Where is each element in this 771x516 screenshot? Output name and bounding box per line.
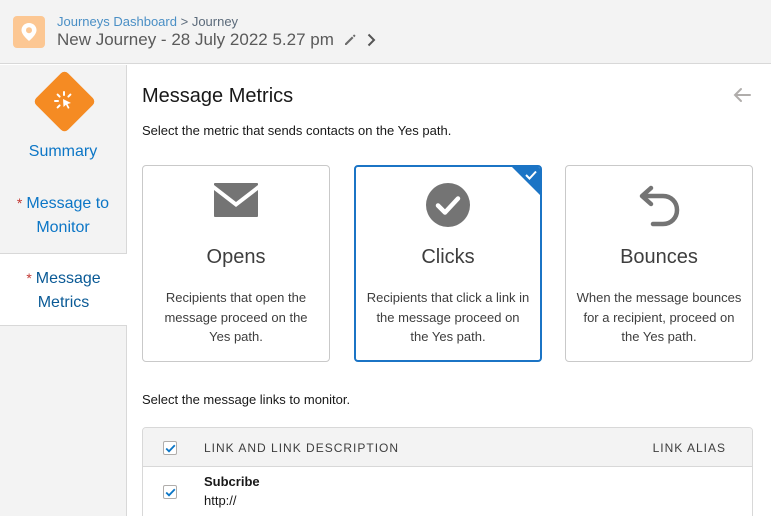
journey-header: Journeys Dashboard > Journey New Journey… xyxy=(0,0,771,64)
metric-card-opens[interactable]: Opens Recipients that open the message p… xyxy=(142,165,330,362)
sidebar-item-label-line2: Metrics xyxy=(37,294,90,311)
breadcrumb: Journeys Dashboard > Journey xyxy=(57,14,238,29)
row-checkbox[interactable] xyxy=(163,485,177,499)
journey-title: New Journey - 28 July 2022 5.27 pm xyxy=(57,30,334,49)
location-pin-icon xyxy=(13,16,45,48)
card-title: Opens xyxy=(206,246,266,268)
sidebar-item-label-line2: Monitor xyxy=(36,219,90,236)
pencil-icon[interactable] xyxy=(343,33,357,47)
card-description: When the message bounces for a recipient… xyxy=(576,290,742,344)
link-url: http:// xyxy=(204,493,237,508)
sidebar-item-label: Message xyxy=(35,270,101,287)
breadcrumb-journeys-dashboard[interactable]: Journeys Dashboard xyxy=(57,14,177,29)
links-instruction: Select the message links to monitor. xyxy=(142,392,351,407)
breadcrumb-separator: > xyxy=(180,14,189,29)
sidebar-item-summary[interactable]: Summary xyxy=(0,143,126,161)
envelope-icon xyxy=(143,182,329,218)
chevron-right-icon[interactable] xyxy=(366,33,376,47)
card-title: Clicks xyxy=(421,246,475,268)
click-burst-icon xyxy=(32,69,96,133)
table-header: LINK AND LINK DESCRIPTION LINK ALIAS xyxy=(143,428,752,467)
link-title: Subcribe xyxy=(204,474,260,489)
metric-card-clicks[interactable]: Clicks Recipients that click a link in t… xyxy=(354,165,542,362)
sidebar-item-message-metrics[interactable]: * Message Metrics xyxy=(0,253,127,326)
column-header-link: LINK AND LINK DESCRIPTION xyxy=(204,441,400,455)
undo-arrow-icon xyxy=(566,182,752,228)
sidebar-item-label: Message to xyxy=(26,195,110,212)
check-circle-icon xyxy=(356,182,540,228)
select-all-checkbox[interactable] xyxy=(163,441,177,455)
column-header-alias: LINK ALIAS xyxy=(652,441,726,455)
metric-card-bounces[interactable]: Bounces When the message bounces for a r… xyxy=(565,165,753,362)
required-marker: * xyxy=(16,195,23,211)
required-marker: * xyxy=(26,270,32,286)
main-panel: Message Metrics Select the metric that s… xyxy=(127,65,771,516)
card-description: Recipients that click a link in the mess… xyxy=(366,290,530,344)
card-title: Bounces xyxy=(620,246,698,268)
sidebar-item-message-to-monitor[interactable]: * Message to Monitor xyxy=(0,191,126,240)
metric-instruction: Select the metric that sends contacts on… xyxy=(142,123,452,138)
title-row: New Journey - 28 July 2022 5.27 pm xyxy=(57,30,376,50)
card-description: Recipients that open the message proceed… xyxy=(164,290,308,344)
sidebar: Summary * Message to Monitor * Message Met… xyxy=(0,65,127,516)
links-table: LINK AND LINK DESCRIPTION LINK ALIAS Sub… xyxy=(142,427,753,516)
breadcrumb-journey: Journey xyxy=(191,14,239,29)
back-arrow-icon[interactable] xyxy=(732,87,752,108)
page-title: Message Metrics xyxy=(142,85,294,107)
